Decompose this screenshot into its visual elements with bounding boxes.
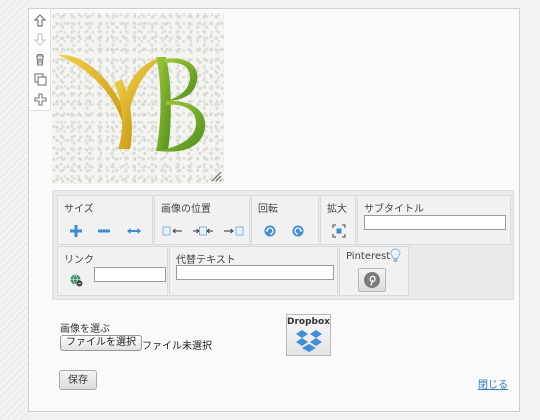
position-group: 画像の位置	[154, 195, 250, 245]
align-center-icon[interactable]	[191, 222, 215, 240]
align-left-icon[interactable]	[161, 222, 185, 240]
subtitle-group: サブタイトル	[357, 195, 511, 245]
image-toolbar: サイズ 画像の位置 回転 拡大 サブタイトル リンク 代替テキスト Pinter…	[52, 190, 514, 300]
position-label: 画像の位置	[161, 204, 211, 215]
dropbox-button[interactable]: Dropbox	[286, 314, 331, 356]
choose-image-label: 画像を選ぶ	[60, 324, 110, 335]
zoom-group: 拡大	[320, 195, 356, 245]
alt-text-group: 代替テキスト	[169, 246, 338, 296]
link-globe-icon[interactable]	[66, 271, 86, 289]
copy-icon[interactable]	[32, 71, 48, 87]
block-tools	[29, 9, 51, 111]
fit-width-icon[interactable]	[124, 222, 144, 240]
zoom-icon[interactable]	[329, 222, 349, 240]
link-input[interactable]	[94, 267, 166, 282]
trash-icon[interactable]	[32, 51, 48, 67]
alt-text-label: 代替テキスト	[176, 255, 236, 266]
size-label: サイズ	[64, 204, 94, 215]
link-label: リンク	[64, 255, 94, 266]
plus-icon[interactable]	[66, 222, 86, 240]
minus-icon[interactable]	[94, 222, 114, 240]
save-button[interactable]: 保存	[59, 370, 97, 390]
align-right-icon[interactable]	[221, 222, 245, 240]
page-background	[0, 0, 30, 420]
resize-handle-icon[interactable]	[210, 170, 222, 182]
file-status-text: ファイル未選択	[142, 341, 212, 352]
rotate-right-icon[interactable]	[288, 222, 308, 240]
image-preview[interactable]	[52, 13, 224, 184]
zoom-label: 拡大	[327, 204, 347, 215]
pinterest-label: Pinterest	[346, 251, 391, 262]
link-group: リンク	[57, 246, 168, 296]
pinterest-button[interactable]	[358, 268, 386, 292]
dropbox-label: Dropbox	[287, 317, 330, 327]
close-link[interactable]: 閉じる	[478, 376, 508, 391]
rotate-left-icon[interactable]	[260, 222, 280, 240]
move-up-icon[interactable]	[32, 12, 48, 28]
rotate-group: 回転	[251, 195, 319, 245]
choose-file-button[interactable]: ファイルを選択	[60, 335, 142, 351]
alt-text-input[interactable]	[176, 265, 334, 280]
size-group: サイズ	[57, 195, 153, 245]
move-down-icon[interactable]	[32, 31, 48, 47]
add-icon[interactable]	[32, 91, 48, 107]
dropbox-icon	[296, 330, 322, 352]
lightbulb-icon[interactable]	[388, 247, 402, 263]
rotate-label: 回転	[258, 204, 278, 215]
yb-logo	[58, 54, 206, 152]
subtitle-label: サブタイトル	[364, 204, 424, 215]
subtitle-input[interactable]	[364, 215, 506, 230]
pinterest-icon	[364, 272, 380, 288]
